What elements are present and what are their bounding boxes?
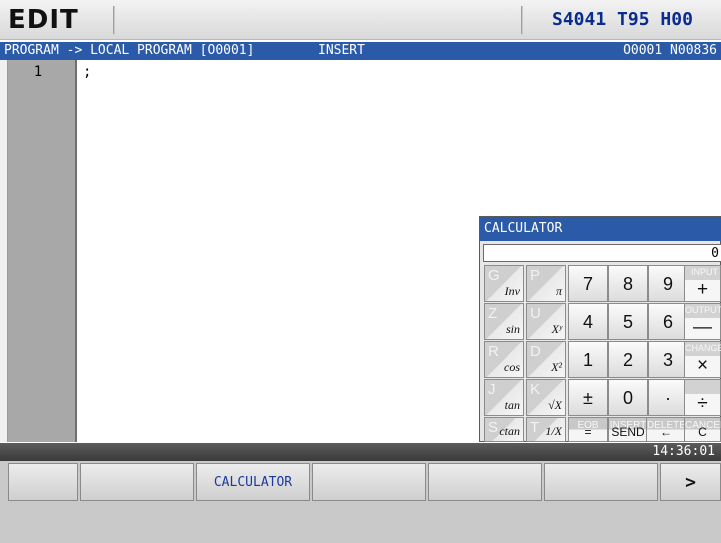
key-secondary-label: D <box>530 343 541 360</box>
key-primary-label: cos <box>504 360 520 374</box>
key-symbol: — <box>693 317 712 338</box>
editor-left-edge <box>0 60 8 442</box>
line-number: 1 <box>33 64 43 80</box>
plus-minus-key[interactable]: ± <box>568 379 608 416</box>
inv-key[interactable]: G Inv <box>484 265 524 302</box>
key-primary-label: tan <box>504 398 520 412</box>
key-top-label: CHANGE <box>685 343 721 353</box>
key-secondary-label: R <box>488 343 499 360</box>
digit-6-key[interactable]: 6 <box>648 303 688 340</box>
key-secondary-label: S <box>488 419 499 436</box>
square-key[interactable]: D X² <box>526 341 566 378</box>
input-plus-key[interactable]: INPUT + <box>684 265 721 302</box>
divider <box>521 6 523 34</box>
softkey-bar: CALCULATOR > <box>0 461 721 543</box>
digit-3-key[interactable]: 3 <box>648 341 688 378</box>
key-secondary-label: G <box>488 267 500 284</box>
digit-7-key[interactable]: 7 <box>568 265 608 302</box>
edit-mode-label: INSERT <box>318 43 365 58</box>
softkey-4[interactable] <box>312 463 426 501</box>
mode-indicator: EDIT <box>8 5 79 35</box>
key-secondary-label: K <box>530 381 541 398</box>
key-symbol: + <box>696 279 709 300</box>
calculator-display: 0 <box>483 244 721 262</box>
pi-key[interactable]: Pπ <box>526 265 566 302</box>
key-secondary-label: Z <box>488 305 498 322</box>
output-minus-key[interactable]: OUTPUT — <box>684 303 721 340</box>
key-primary-label: Inv <box>504 284 520 298</box>
top-bar: EDIT S4041 T95 H00 <box>0 0 721 40</box>
calculator-panel: CALCULATOR 0 G Inv Pπ 7 8 9 INPUT + Zsin U… <box>479 216 721 442</box>
insert-send-key[interactable]: INSERT SEND <box>608 417 648 442</box>
decimal-point-key[interactable]: · <box>648 379 688 416</box>
key-secondary-label: U <box>530 305 541 322</box>
line-number-gutter: 1 <box>8 60 77 442</box>
key-primary-label: sin <box>505 322 520 336</box>
softkey-next-page[interactable]: > <box>660 463 721 501</box>
key-primary-label: 1/X <box>545 424 562 438</box>
key-secondary-label: P <box>530 267 541 284</box>
softkey-6[interactable] <box>544 463 658 501</box>
digit-9-key[interactable]: 9 <box>648 265 688 302</box>
key-primary-label: π <box>555 284 562 298</box>
digit-8-key[interactable]: 8 <box>608 265 648 302</box>
tan-key[interactable]: Jtan <box>484 379 524 416</box>
key-symbol: × <box>696 355 709 376</box>
key-secondary-label: J <box>488 381 496 398</box>
softkey-2[interactable] <box>80 463 194 501</box>
clock: 14:36:01 <box>652 444 715 459</box>
key-symbol: ÷ <box>697 393 708 414</box>
power-key[interactable]: U Xʸ <box>526 303 566 340</box>
digit-2-key[interactable]: 2 <box>608 341 648 378</box>
spindle-tool-status: S4041 T95 H00 <box>552 8 693 32</box>
digit-4-key[interactable]: 4 <box>568 303 608 340</box>
key-symbol: SEND <box>611 425 645 439</box>
key-secondary-label: T <box>530 419 540 436</box>
path-bar: PROGRAM -> LOCAL PROGRAM [O0001] INSERT … <box>0 42 721 60</box>
code-line[interactable]: ; <box>83 64 91 80</box>
cancel-clear-key[interactable]: CANCELC <box>684 417 721 442</box>
divide-key[interactable]: ÷ <box>684 379 721 416</box>
tool-value: T95 <box>617 9 650 30</box>
reciprocal-key[interactable]: T 1/X <box>526 417 566 442</box>
h-code-value: H00 <box>660 9 693 30</box>
ctan-key[interactable]: Sctan <box>484 417 524 442</box>
key-symbol: ← <box>660 425 672 439</box>
change-multiply-key[interactable]: CHANGE × <box>684 341 721 378</box>
program-path: PROGRAM -> LOCAL PROGRAM [O0001] <box>4 43 255 58</box>
program-number: O0001 N00836 <box>623 43 717 58</box>
softkey-5[interactable] <box>428 463 542 501</box>
key-symbol: = <box>584 425 592 439</box>
key-primary-label: Xʸ <box>551 322 562 336</box>
digit-1-key[interactable]: 1 <box>568 341 608 378</box>
key-primary-label: ctan <box>499 424 520 438</box>
key-primary-label: X² <box>551 360 562 374</box>
softkey-1[interactable] <box>8 463 78 501</box>
divider <box>113 6 115 34</box>
sin-key[interactable]: Zsin <box>484 303 524 340</box>
status-bar: 14:36:01 <box>0 443 721 461</box>
spindle-value: S4041 <box>552 9 607 30</box>
digit-0-key[interactable]: 0 <box>608 379 648 416</box>
softkey-calculator[interactable]: CALCULATOR <box>196 463 310 501</box>
digit-5-key[interactable]: 5 <box>608 303 648 340</box>
sqrt-key[interactable]: K √X <box>526 379 566 416</box>
key-top-label: OUTPUT <box>685 305 721 315</box>
calculator-title: CALCULATOR <box>480 217 721 241</box>
key-top-label: INPUT <box>691 267 718 277</box>
key-primary-label: √X <box>548 398 562 412</box>
cos-key[interactable]: Rcos <box>484 341 524 378</box>
eob-equals-key[interactable]: EOB = <box>568 417 608 442</box>
key-symbol: C <box>698 425 707 439</box>
delete-backspace-key[interactable]: DELETE ← <box>646 417 686 442</box>
